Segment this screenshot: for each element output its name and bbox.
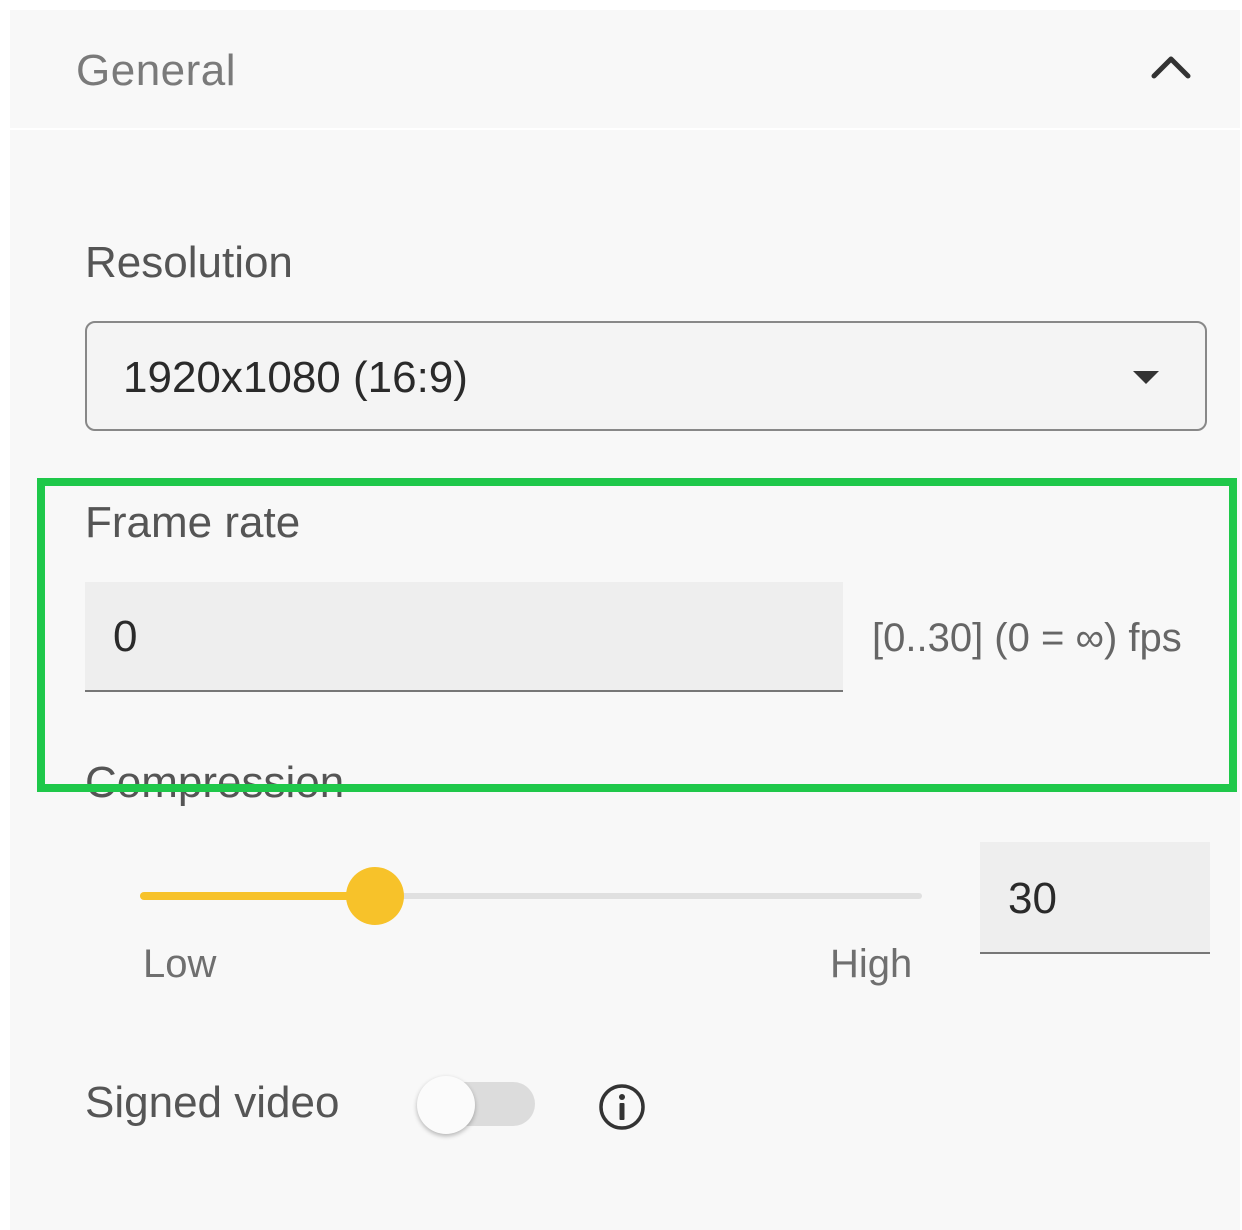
compression-slider[interactable]	[140, 866, 922, 926]
toggle-knob	[417, 1076, 475, 1134]
frame-rate-value: 0	[113, 612, 138, 661]
frame-rate-label: Frame rate	[85, 498, 301, 547]
slider-thumb[interactable]	[346, 867, 404, 925]
slider-high-label: High	[830, 942, 913, 986]
section-title: General	[76, 46, 237, 95]
chevron-up-icon[interactable]	[1148, 44, 1194, 90]
dropdown-arrow-icon	[1133, 371, 1159, 384]
slider-low-label: Low	[143, 942, 217, 986]
frame-rate-input[interactable]: 0	[85, 582, 843, 692]
signed-video-toggle[interactable]	[415, 1074, 537, 1136]
frame-rate-hint: [0..30] (0 = ∞) fps	[872, 616, 1182, 660]
resolution-value: 1920x1080 (16:9)	[123, 353, 468, 402]
resolution-label: Resolution	[85, 238, 293, 287]
compression-label: Compression	[85, 758, 345, 807]
compression-value: 30	[1008, 874, 1057, 923]
info-icon[interactable]	[597, 1082, 647, 1132]
resolution-select[interactable]: 1920x1080 (16:9)	[85, 321, 1207, 431]
compression-input[interactable]: 30	[980, 842, 1210, 954]
slider-fill	[140, 892, 375, 900]
signed-video-label: Signed video	[85, 1078, 340, 1127]
